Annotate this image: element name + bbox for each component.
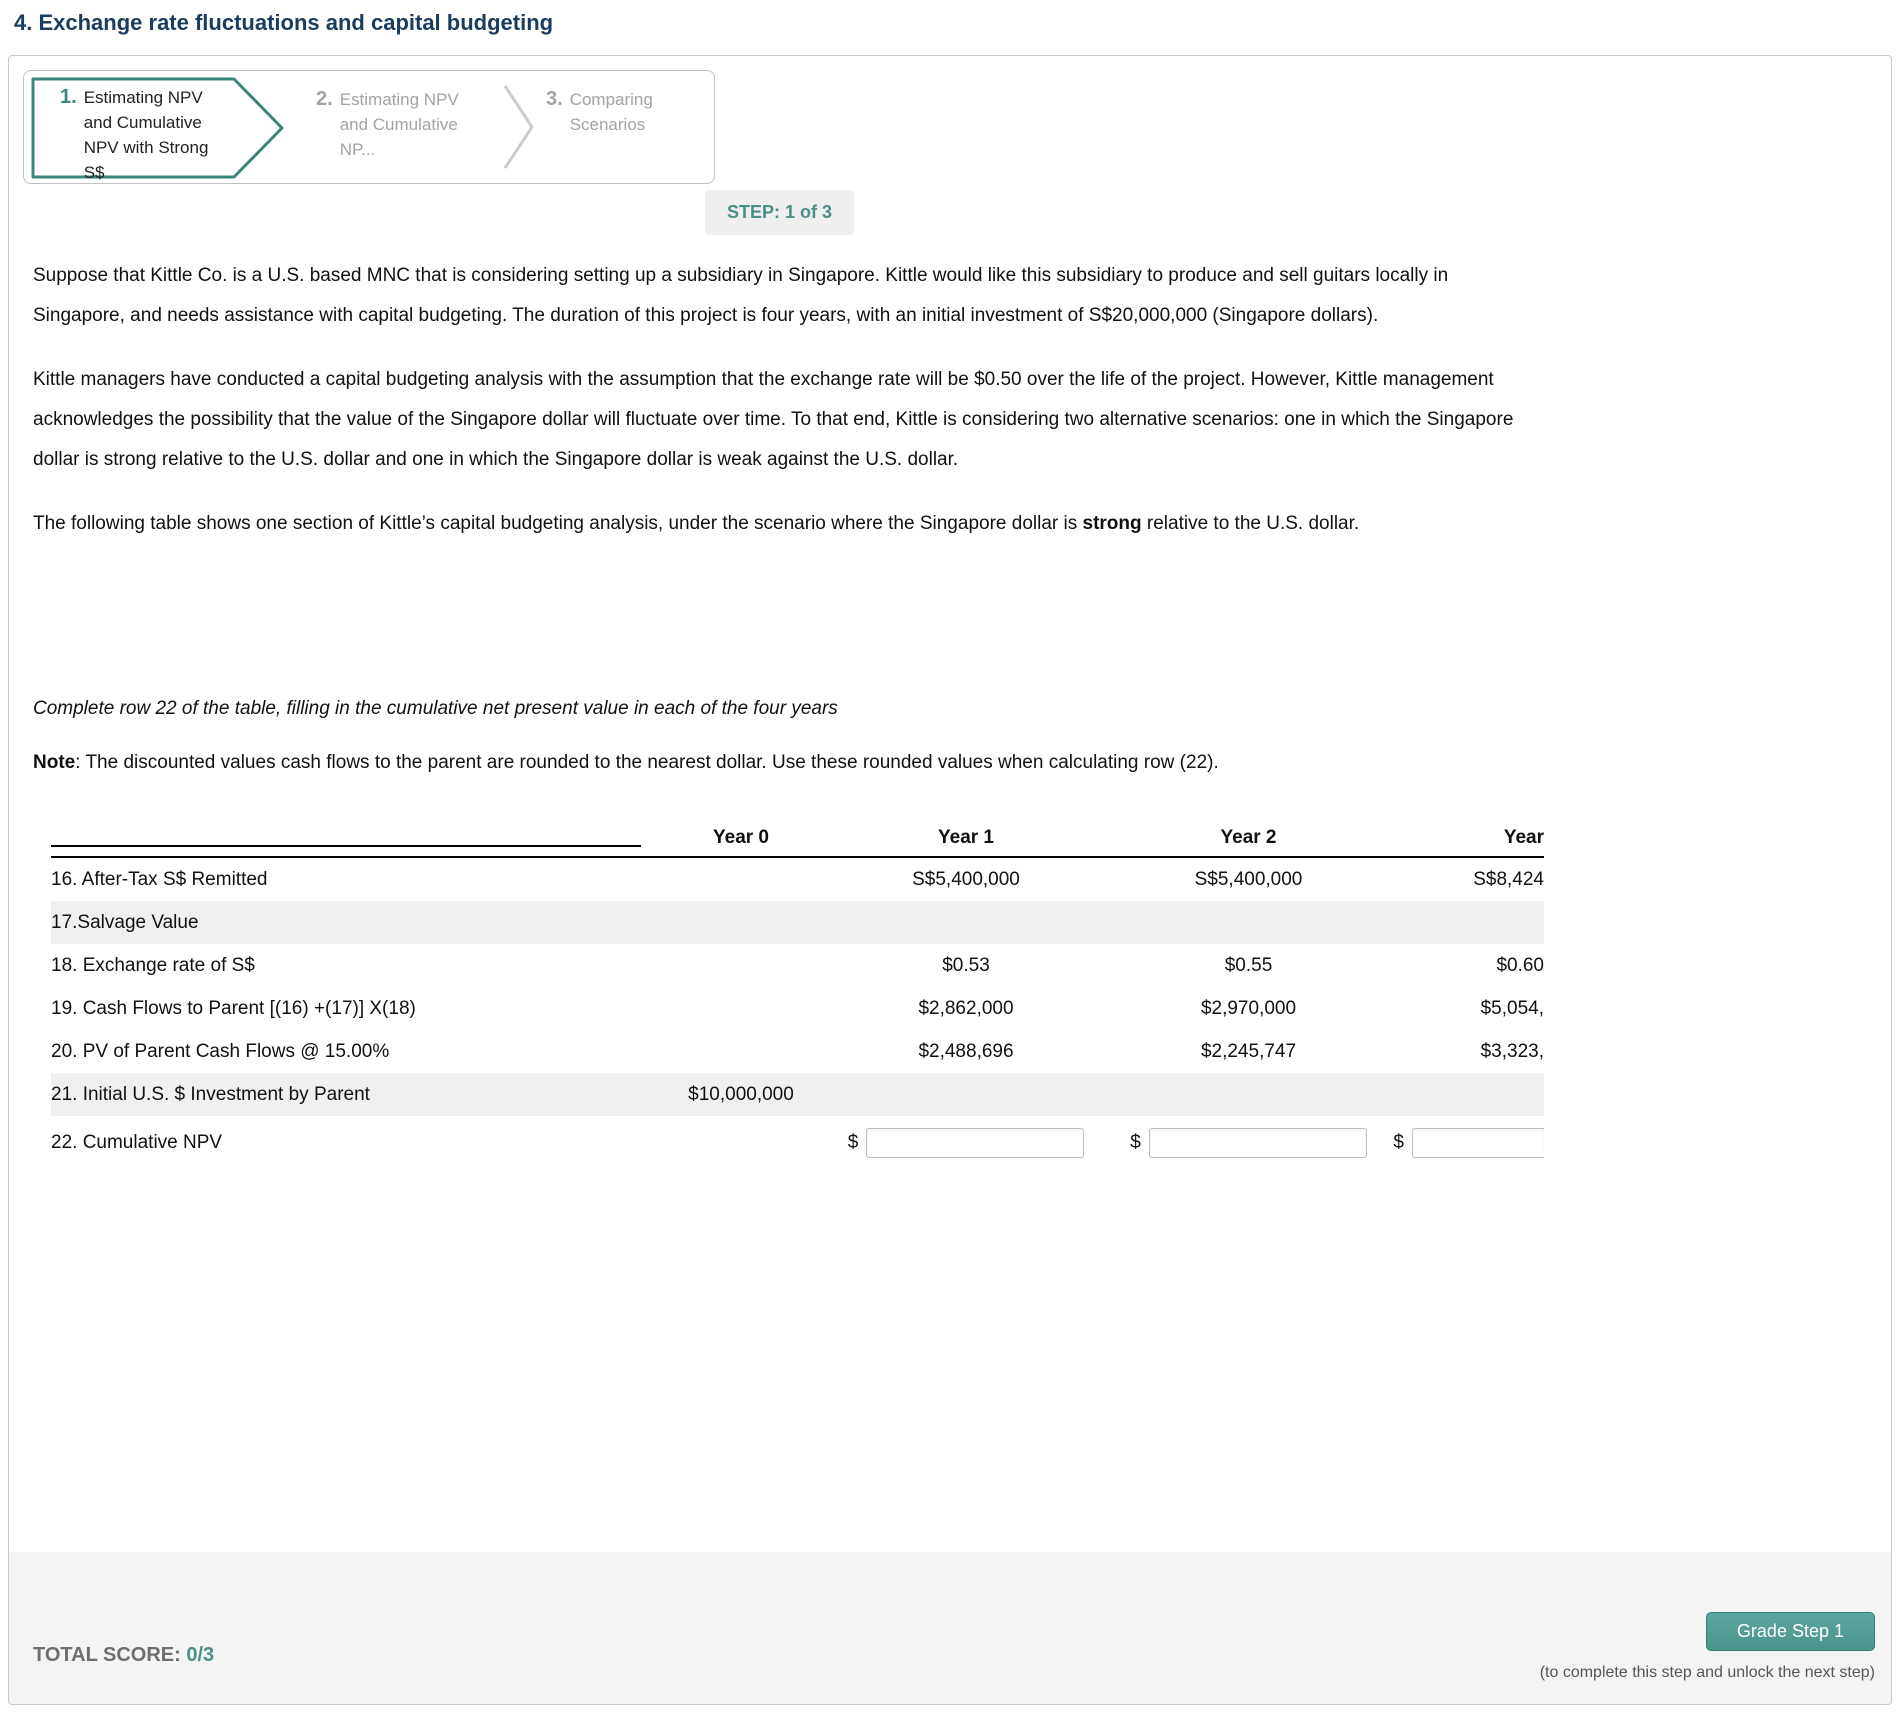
total-score-label: TOTAL SCORE: <box>33 1644 187 1666</box>
header-year-0: Year 0 <box>713 827 769 848</box>
paragraph-3-after: relative to the U.S. dollar. <box>1141 513 1360 534</box>
row-18-label: 18. Exchange rate of S$ <box>51 954 255 976</box>
row-16-year-2: S$5,400,000 <box>1194 868 1303 890</box>
paragraph-3-bold: strong <box>1082 513 1142 534</box>
header-year-1: Year 1 <box>938 827 994 848</box>
row-21-label: 21. Initial U.S. $ Investment by Parent <box>51 1083 370 1105</box>
table-row: 20. PV of Parent Cash Flows @ 15.00% $2,… <box>51 1030 1544 1073</box>
row-20-year-2: $2,245,747 <box>1200 1040 1297 1062</box>
wizard-step-2[interactable]: 2. Estimating NPV and Cumulative NP... <box>316 87 486 162</box>
step-1-number: 1. <box>60 86 77 108</box>
row-22-label: 22. Cumulative NPV <box>51 1132 223 1153</box>
row-22-year-2-cell: $ <box>1091 1128 1406 1158</box>
table-row: 18. Exchange rate of S$ $0.53 $0.55 $0.6… <box>51 944 1544 987</box>
grade-step-button[interactable]: Grade Step 1 <box>1705 1612 1875 1651</box>
header-year-3: Year <box>1503 827 1544 848</box>
capital-budgeting-table: Year 0 Year 1 Year 2 Year 16. After-Tax … <box>51 816 1544 1170</box>
paragraph-3-before: The following table shows one section of… <box>33 513 1083 534</box>
unlock-note: (to complete this step and unlock the ne… <box>1539 1664 1875 1681</box>
note-label: Note <box>33 752 76 773</box>
row-20-year-3: $3,323, <box>1480 1040 1544 1062</box>
row-20-year-1: $2,488,696 <box>918 1040 1014 1062</box>
currency-symbol: $ <box>1130 1132 1141 1153</box>
page-title: 4. Exchange rate fluctuations and capita… <box>14 10 554 35</box>
row-17-label: 17.Salvage Value <box>51 911 199 933</box>
table-row: 16. After-Tax S$ Remitted S$5,400,000 S$… <box>51 858 1544 901</box>
header-year-2: Year 2 <box>1220 827 1277 848</box>
cumulative-npv-input-year1[interactable] <box>866 1128 1085 1158</box>
cumulative-npv-input-year2[interactable] <box>1148 1128 1367 1158</box>
table-row: 17.Salvage Value <box>51 901 1544 944</box>
step-3-number: 3. <box>546 88 563 110</box>
row-19-year-3: $5,054, <box>1480 997 1544 1019</box>
row-16-year-3: S$8,424 <box>1473 868 1544 890</box>
label-column-underline <box>51 845 641 847</box>
step-2-number: 2. <box>316 88 333 110</box>
row-18-year-2: $0.55 <box>1224 954 1273 976</box>
note-text: Note: The discounted values cash flows t… <box>33 748 1525 778</box>
step-2-label: Estimating NPV and Cumulative NP... <box>339 90 459 159</box>
wizard-step-3[interactable]: 3. Comparing Scenarios <box>546 87 696 137</box>
step-indicator: STEP: 1 of 3 <box>705 190 855 235</box>
row-18-year-1: $0.53 <box>942 954 990 976</box>
paragraph-1: Suppose that Kittle Co. is a U.S. based … <box>33 265 1449 326</box>
currency-symbol: $ <box>1393 1132 1404 1153</box>
grading-footer: TOTAL SCORE: 0/3 Grade Step 1 (to comple… <box>9 1552 1891 1704</box>
step-1-label: Estimating NPV and Cumulative NPV with S… <box>83 88 209 182</box>
paragraph-2: Kittle managers have conducted a capital… <box>33 369 1514 470</box>
paragraph-3: The following table shows one section of… <box>33 504 1525 544</box>
note-body: : The discounted values cash flows to th… <box>75 752 1219 773</box>
table-row: 21. Initial U.S. $ Investment by Parent … <box>51 1073 1544 1116</box>
row-22-year-1-cell: $ <box>841 1128 1091 1158</box>
question-content: Suppose that Kittle Co. is a U.S. based … <box>33 256 1544 1170</box>
row-19-year-2: $2,970,000 <box>1200 997 1297 1019</box>
instruction-text: Complete row 22 of the table, filling in… <box>33 698 838 719</box>
table-row: 19. Cash Flows to Parent [(16) +(17)] X(… <box>51 987 1544 1030</box>
table-row-cumulative-npv: 22. Cumulative NPV $ $ $ <box>51 1116 1544 1170</box>
total-score: TOTAL SCORE: 0/3 <box>33 1644 214 1667</box>
row-19-year-1: $2,862,000 <box>918 997 1014 1019</box>
row-16-year-1: S$5,400,000 <box>912 868 1020 890</box>
step-wizard: 1. Estimating NPV and Cumulative NPV wit… <box>23 70 715 184</box>
cumulative-npv-input-year3[interactable] <box>1412 1128 1544 1158</box>
row-18-year-3: $0.60 <box>1496 954 1544 976</box>
row-19-label: 19. Cash Flows to Parent [(16) +(17)] X(… <box>51 997 416 1019</box>
total-score-value: 0/3 <box>186 1644 215 1666</box>
row-20-label: 20. PV of Parent Cash Flows @ 15.00% <box>51 1040 390 1062</box>
table-header-row: Year 0 Year 1 Year 2 Year <box>51 816 1544 858</box>
wizard-step-1[interactable]: 1. Estimating NPV and Cumulative NPV wit… <box>60 85 240 185</box>
currency-symbol: $ <box>847 1132 859 1153</box>
row-22-year-3-cell: $ <box>1393 1128 1544 1158</box>
step-3-label: Comparing Scenarios <box>569 90 653 134</box>
question-panel: 1. Estimating NPV and Cumulative NPV wit… <box>8 55 1892 1705</box>
chevron-separator-icon <box>503 85 534 169</box>
row-16-label: 16. After-Tax S$ Remitted <box>51 868 268 890</box>
row-21-year-0: $10,000,000 <box>688 1083 794 1105</box>
